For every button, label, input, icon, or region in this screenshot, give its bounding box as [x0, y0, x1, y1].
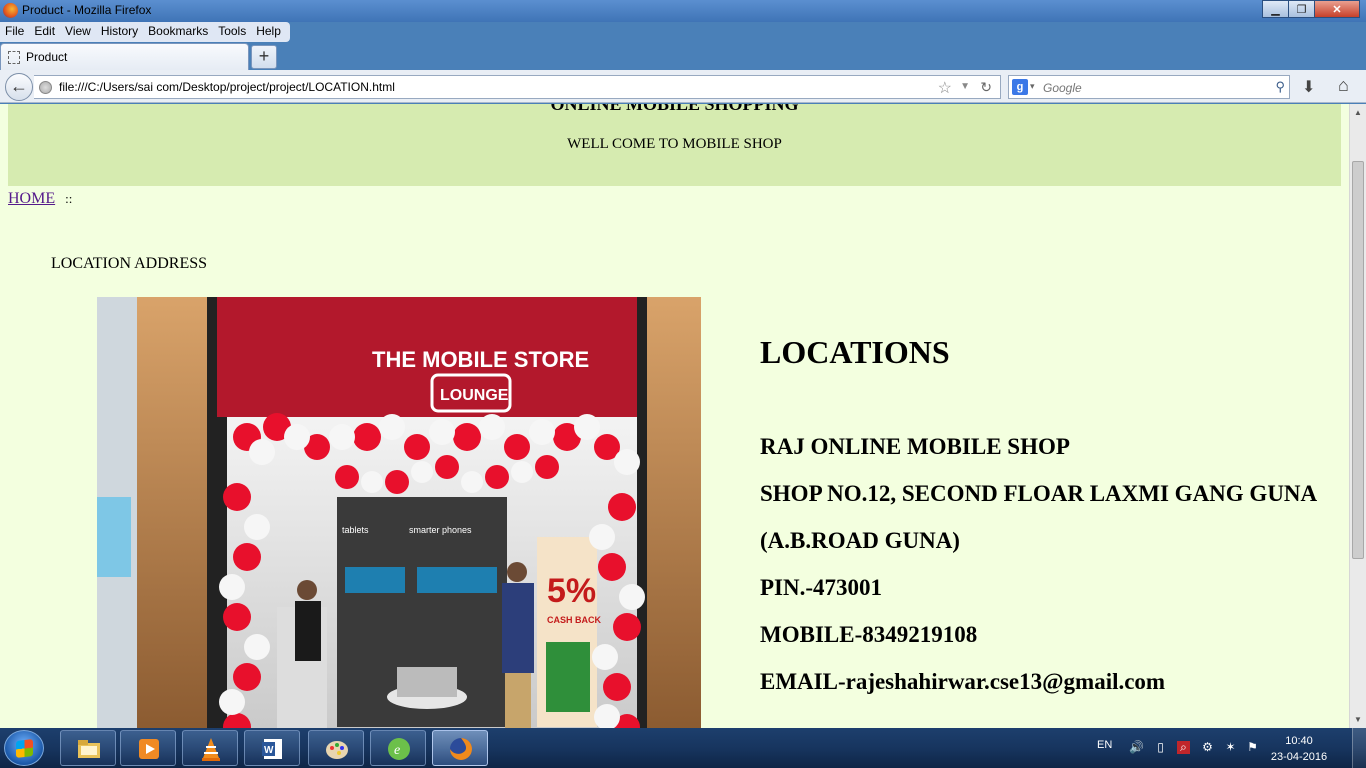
explorer-icon: [78, 740, 100, 758]
tab-label: Product: [26, 50, 68, 64]
scroll-up-icon[interactable]: ▲: [1350, 104, 1366, 121]
site-title: ONLINE MOBILE SHOPPING: [550, 104, 799, 114]
store-sign-subtext: LOUNGE: [440, 387, 509, 404]
maximize-button[interactable]: ❐: [1288, 0, 1315, 18]
menu-tools[interactable]: Tools: [213, 22, 251, 42]
taskbar-explorer[interactable]: [60, 730, 116, 766]
shop-road: (A.B.ROAD GUNA): [760, 528, 960, 553]
network-icon[interactable]: ✶: [1224, 741, 1237, 754]
menu-edit[interactable]: Edit: [29, 22, 60, 42]
action-center-icon[interactable]: ⚑: [1246, 741, 1259, 754]
svg-text:e: e: [394, 743, 400, 758]
page-icon: [8, 51, 20, 64]
taskbar-vlc[interactable]: [182, 730, 238, 766]
antivirus-icon[interactable]: ⌕: [1177, 741, 1190, 754]
menu-view[interactable]: View: [60, 22, 96, 42]
vlc-icon: [202, 738, 220, 761]
start-button[interactable]: [4, 730, 44, 766]
search-icon[interactable]: ⚲: [1275, 79, 1285, 95]
taskbar-dreamweaver[interactable]: e: [370, 730, 426, 766]
home-icon[interactable]: ⌂: [1338, 75, 1349, 96]
breadcrumb: HOME ::: [8, 190, 72, 208]
locations-panel: LOCATIONS RAJ ONLINE MOBILE SHOP SHOP NO…: [760, 334, 1320, 715]
bookmark-star-icon[interactable]: ☆: [938, 78, 952, 98]
locations-heading: LOCATIONS: [760, 334, 950, 370]
offer-percent-text: 5%: [547, 572, 596, 610]
shop-mobile: MOBILE-8349219108: [760, 622, 978, 647]
taskbar-firefox[interactable]: [432, 730, 488, 766]
offer-cashback-text: CASH BACK: [547, 615, 602, 625]
show-desktop-button[interactable]: [1352, 728, 1366, 768]
panel-left-text: tablets: [342, 525, 369, 535]
google-engine-icon[interactable]: g: [1012, 79, 1028, 95]
clock[interactable]: 10:40 23-04-2016: [1264, 733, 1334, 765]
panel-right-text: smarter phones: [409, 525, 472, 535]
breadcrumb-separator: ::: [65, 191, 73, 206]
taskbar-paint[interactable]: [308, 730, 364, 766]
url-dropdown-icon[interactable]: ▼: [960, 81, 970, 92]
shop-email: EMAIL-rajeshahirwar.cse13@gmail.com: [760, 669, 1166, 694]
clock-date: 23-04-2016: [1270, 751, 1328, 763]
new-tab-button[interactable]: +: [251, 45, 277, 69]
vertical-scrollbar[interactable]: ▲ ▼: [1349, 104, 1366, 728]
volume-icon[interactable]: 🔊: [1129, 741, 1144, 754]
menu-help[interactable]: Help: [251, 22, 286, 42]
scroll-down-icon[interactable]: ▼: [1350, 711, 1366, 728]
url-bar[interactable]: file:///C:/Users/sai com/Desktop/project…: [34, 75, 1001, 99]
welcome-text: WELL COME TO MOBILE SHOP: [567, 136, 782, 152]
firefox-logo-icon: [3, 3, 18, 18]
search-bar[interactable]: g ▾ Google ⚲: [1008, 75, 1290, 99]
tab-strip: Product +: [0, 42, 1366, 70]
paint-icon: [326, 741, 348, 759]
tab-product[interactable]: Product: [0, 43, 249, 70]
section-label: LOCATION ADDRESS: [51, 255, 208, 272]
word-icon: W: [262, 739, 282, 759]
clock-time: 10:40: [1285, 735, 1313, 747]
reload-icon[interactable]: ↻: [980, 79, 992, 96]
firefox-icon: [450, 738, 472, 760]
battery-icon[interactable]: ▯: [1154, 741, 1167, 754]
taskbar-media-player[interactable]: [120, 730, 176, 766]
dreamweaver-icon: e: [388, 738, 410, 760]
minimize-button[interactable]: ▁: [1262, 0, 1289, 18]
window-controls: ▁ ❐ ✕: [1262, 0, 1360, 18]
url-text[interactable]: file:///C:/Users/sai com/Desktop/project…: [59, 80, 395, 94]
home-link[interactable]: HOME: [8, 190, 55, 207]
close-button[interactable]: ✕: [1314, 0, 1360, 18]
shop-address: SHOP NO.12, SECOND FLOAR LAXMI GANG GUNA: [760, 481, 1318, 506]
store-photo-illustration: THE MOBILE STORE LOUNGE tablets smarter …: [97, 297, 701, 728]
back-arrow-icon: ←: [10, 76, 28, 96]
engine-dropdown-icon[interactable]: ▾: [1030, 81, 1035, 92]
menu-history[interactable]: History: [96, 22, 143, 42]
window-titlebar: Product - Mozilla Firefox ▁ ❐ ✕: [0, 0, 1366, 22]
windows-logo-icon: [16, 739, 33, 758]
media-player-icon: [139, 739, 159, 759]
shop-name: RAJ ONLINE MOBILE SHOP: [760, 434, 1070, 459]
store-sign-text: THE MOBILE STORE: [372, 347, 589, 372]
system-tray: EN 🔊 ▯ ⌕ ⚙ ✶ ⚑ 10:40 23-04-2016: [1094, 728, 1366, 768]
menu-bar: File Edit View History Bookmarks Tools H…: [0, 22, 290, 42]
language-indicator[interactable]: EN: [1097, 739, 1112, 751]
downloads-icon[interactable]: ⬇: [1302, 77, 1315, 97]
svg-text:W: W: [264, 745, 274, 756]
menu-bookmarks[interactable]: Bookmarks: [143, 22, 213, 42]
devices-icon[interactable]: ⚙: [1201, 741, 1214, 754]
search-input[interactable]: Google: [1043, 81, 1082, 95]
globe-icon: [39, 81, 52, 94]
menu-file[interactable]: File: [0, 22, 29, 42]
page-viewport: ONLINE MOBILE SHOPPING WELL COME TO MOBI…: [0, 104, 1349, 728]
scroll-thumb[interactable]: [1352, 161, 1364, 559]
windows-taskbar: W e EN 🔊 ▯ ⌕ ⚙ ✶ ⚑ 10:40 23-04-2016: [0, 728, 1366, 768]
back-button[interactable]: ←: [5, 73, 33, 101]
site-header: ONLINE MOBILE SHOPPING WELL COME TO MOBI…: [8, 104, 1341, 186]
taskbar-word[interactable]: W: [244, 730, 300, 766]
store-photo: THE MOBILE STORE LOUNGE tablets smarter …: [97, 297, 701, 728]
window-title: Product - Mozilla Firefox: [22, 3, 152, 17]
shop-pin: PIN.-473001: [760, 575, 883, 600]
navigation-toolbar: ← file:///C:/Users/sai com/Desktop/proje…: [0, 70, 1366, 103]
